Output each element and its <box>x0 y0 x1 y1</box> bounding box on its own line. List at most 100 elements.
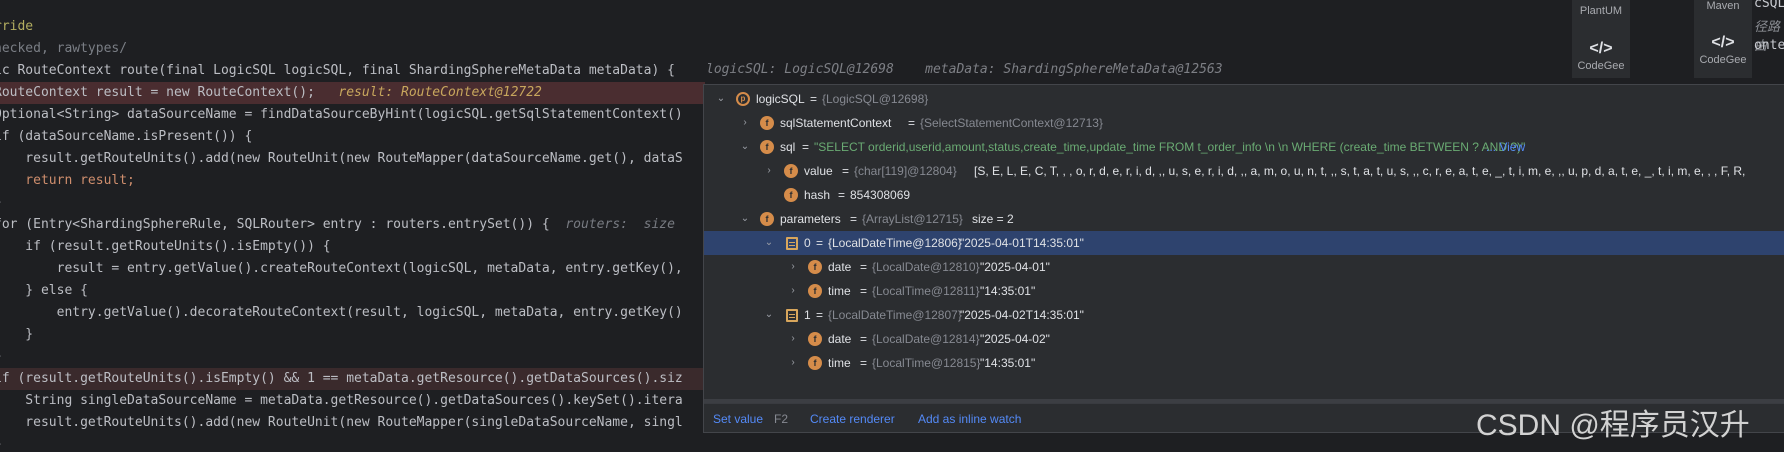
chevron-right-icon[interactable]: › <box>786 279 800 303</box>
field-icon: f <box>808 332 822 346</box>
chevron-down-icon[interactable]: ⌄ <box>738 135 752 159</box>
code-line[interactable]: } <box>0 346 2 368</box>
code-line[interactable]: } else { <box>0 280 88 302</box>
node-value: "2025-04-02T14:35:01" <box>960 308 1084 322</box>
field-icon: f <box>760 140 774 154</box>
routers-hint: routers: size <box>565 217 675 232</box>
node-value: "2025-04-02" <box>980 332 1050 346</box>
code-line[interactable]: String singleDataSourceName = metaData.g… <box>0 390 682 412</box>
codegeex-tool[interactable]: </> CodeGee <box>1572 40 1630 72</box>
node-name: logicSQL <box>756 92 805 106</box>
equals: = <box>802 140 810 154</box>
code-line[interactable]: Optional<String> dataSourceName = findDa… <box>0 104 683 126</box>
maven-tool[interactable]: Maven <box>1694 0 1752 12</box>
field-icon: f <box>760 116 774 130</box>
code-line[interactable]: } <box>0 192 2 214</box>
equals: = <box>816 236 824 250</box>
node-name: date <box>828 260 852 274</box>
tool-strip-right: Maven </> CodeGee <box>1694 0 1752 78</box>
node-ref: {LocalTime@12811} <box>872 284 980 298</box>
clipped-editor-text: cSQL 径路由 onte <box>1752 0 1784 70</box>
node-ref: {LocalDateTime@12806} <box>828 236 962 250</box>
equals: = <box>860 284 868 298</box>
code-line[interactable]: for (Entry<ShardingSphereRule, SQLRouter… <box>0 214 675 236</box>
clipped-text: cSQL <box>1754 0 1784 11</box>
equals: = <box>842 164 850 178</box>
node-value: "2025-04-01T14:35:01" <box>960 236 1084 250</box>
tree-node-param-0[interactable]: ⌄ 0 = {LocalDateTime@12806} "2025-04-01T… <box>704 231 1784 255</box>
node-value: 854308069 <box>850 188 911 202</box>
inline-debug-hint: logicSQL: LogicSQL@12698 metaData: Shard… <box>706 62 1223 77</box>
array-element-icon <box>786 309 798 322</box>
equals: = <box>838 188 846 202</box>
chevron-right-icon[interactable]: › <box>786 255 800 279</box>
tool-strip-left: PlantUM </> CodeGee <box>1572 0 1630 78</box>
node-ref: {SelectStatementContext@12713} <box>920 116 1103 130</box>
field-icon: f <box>808 260 822 274</box>
code-line[interactable]: result.getRouteUnits().add(new RouteUnit… <box>0 148 682 170</box>
chevron-right-icon[interactable]: › <box>786 327 800 351</box>
code-line[interactable]: result = entry.getValue().createRouteCon… <box>0 258 683 280</box>
equals: = <box>810 92 818 106</box>
code-line[interactable]: } <box>0 324 33 346</box>
result-hint: result: RouteContext@12722 <box>338 85 542 100</box>
field-icon: f <box>760 212 774 226</box>
set-value-shortcut: F2 <box>774 412 789 426</box>
node-name: sqlStatementContext <box>780 116 892 130</box>
code-line[interactable]: if (result.getRouteUnits().isEmpty() && … <box>0 368 683 390</box>
node-ref: {LocalTime@12815} <box>872 356 981 370</box>
codegeex-label: CodeGee <box>1577 60 1625 72</box>
code-line[interactable]: return result; <box>0 170 135 192</box>
codegeex-label: CodeGee <box>1699 54 1747 66</box>
set-value-button[interactable]: Set value <box>713 412 763 426</box>
clipped-text: onte <box>1754 38 1784 53</box>
plantuml-tool[interactable]: PlantUM <box>1572 5 1630 17</box>
code-line[interactable]: ic RouteContext route(final LogicSQL log… <box>0 60 675 82</box>
codegeex-tool[interactable]: </> CodeGee <box>1694 34 1752 66</box>
equals: = <box>908 116 916 130</box>
node-name: time <box>828 356 851 370</box>
parameter-icon: p <box>736 92 750 106</box>
node-ref: {LogicSQL@12698} <box>822 92 929 106</box>
node-name: 0 <box>804 236 811 250</box>
plantuml-label: PlantUM <box>1579 5 1623 17</box>
code-line[interactable]: } <box>0 434 2 452</box>
node-size: size = 2 <box>972 212 1014 226</box>
code-line[interactable]: result.getRouteUnits().add(new RouteUnit… <box>0 412 682 434</box>
debugger-evaluate-popup[interactable]: ⌄ p logicSQL = {LogicSQL@12698} › f sqlS… <box>703 84 1784 433</box>
node-ref: {ArrayList@12715} <box>862 212 963 226</box>
node-name: date <box>828 332 852 346</box>
node-name: 1 <box>804 308 811 322</box>
array-element-icon <box>786 237 798 250</box>
node-name: hash <box>804 188 831 202</box>
equals: = <box>860 356 868 370</box>
equals: = <box>860 260 868 274</box>
code-line[interactable]: entry.getValue().decorateRouteContext(re… <box>0 302 683 324</box>
chevron-right-icon[interactable]: › <box>786 351 800 375</box>
code-line[interactable]: if (dataSourceName.isPresent()) { <box>0 126 252 148</box>
code-line[interactable]: rride <box>0 16 33 38</box>
chevron-right-icon[interactable]: › <box>762 159 776 183</box>
view-link[interactable]: ... View <box>1486 135 1525 159</box>
chevron-down-icon[interactable]: ⌄ <box>714 87 728 111</box>
node-name: parameters <box>780 212 841 226</box>
code-line[interactable]: hecked, rawtypes/ <box>0 38 127 60</box>
add-inline-watch-button[interactable]: Add as inline watch <box>918 412 1021 426</box>
node-ref: {LocalDateTime@12807} <box>828 308 962 322</box>
node-ref: {char[119]@12804} <box>854 164 957 178</box>
code-line[interactable]: if (result.getRouteUnits().isEmpty()) { <box>0 236 330 258</box>
chevron-down-icon[interactable]: ⌄ <box>762 231 776 255</box>
node-ref: {LocalDate@12814} <box>872 332 980 346</box>
create-renderer-button[interactable]: Create renderer <box>810 412 895 426</box>
equals: = <box>850 212 858 226</box>
chevron-right-icon[interactable]: › <box>738 111 752 135</box>
code-line[interactable]: RouteContext result = new RouteContext()… <box>0 82 542 104</box>
codegeex-icon: </> <box>1711 34 1735 51</box>
node-ref: {LocalDate@12810} <box>872 260 980 274</box>
codegeex-icon: </> <box>1589 40 1613 57</box>
field-icon: f <box>784 188 798 202</box>
node-name: time <box>828 284 851 298</box>
chevron-down-icon[interactable]: ⌄ <box>738 207 752 231</box>
chevron-down-icon[interactable]: ⌄ <box>762 303 776 327</box>
field-icon: f <box>808 356 822 370</box>
